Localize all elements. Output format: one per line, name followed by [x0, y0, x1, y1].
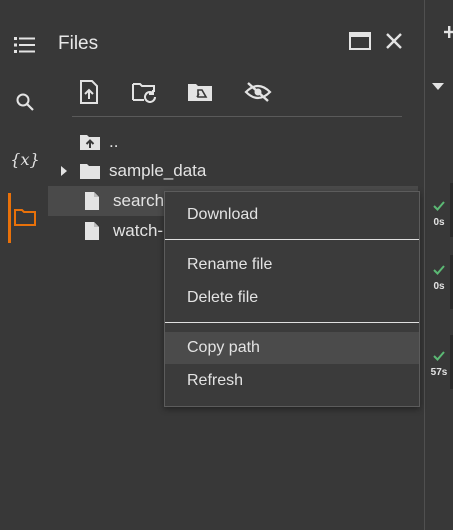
window-icon: [349, 32, 371, 50]
folder-icon: [14, 209, 36, 226]
left-rail: {x}: [0, 0, 48, 530]
execution-time: 57s: [430, 367, 448, 378]
expand-arrow[interactable]: [48, 166, 79, 176]
drive-folder-icon: [188, 84, 212, 101]
file-icon: [85, 192, 99, 210]
files-button[interactable]: [8, 200, 42, 234]
toc-button[interactable]: [8, 28, 42, 62]
file-icon: [85, 222, 99, 240]
refresh-folder-button[interactable]: [127, 76, 161, 108]
cell-status: 0s: [426, 198, 452, 228]
menu-item-label: Refresh: [187, 372, 244, 389]
check-icon: [433, 351, 445, 361]
panel-title: Files: [58, 33, 99, 54]
add-icon: [444, 26, 453, 38]
folder-icon: [80, 164, 100, 179]
search-icon: [16, 93, 34, 111]
close-panel-button[interactable]: [381, 28, 407, 54]
chevron-right-icon: [60, 166, 67, 176]
menu-item-label: Copy path: [187, 339, 260, 356]
menu-item-download[interactable]: Download: [165, 199, 419, 231]
chevron-down-icon[interactable]: [432, 83, 444, 91]
toggle-hidden-button[interactable]: [241, 76, 275, 108]
list-icon: [14, 37, 35, 53]
tree-item-parent[interactable]: ..: [48, 127, 418, 157]
menu-item-delete-file[interactable]: Delete file: [165, 282, 419, 314]
cell-status: 57s: [426, 348, 452, 378]
menu-item-copy-path[interactable]: Copy path: [165, 332, 419, 364]
menu-item-label: Delete file: [187, 289, 259, 306]
tree-item-sample-data[interactable]: sample_data: [48, 156, 418, 186]
search-button[interactable]: [8, 85, 42, 119]
eye-off-icon: [244, 82, 272, 102]
folder-refresh-icon: [132, 83, 156, 103]
execution-time: 0s: [433, 217, 445, 228]
tree-item-label: search: [113, 191, 165, 210]
variables-icon: {x}: [10, 149, 40, 169]
tree-item-label: sample_data: [109, 161, 207, 180]
execution-time: 0s: [433, 281, 445, 292]
variables-button[interactable]: {x}: [8, 142, 42, 176]
menu-item-refresh[interactable]: Refresh: [165, 365, 419, 397]
close-icon: [386, 33, 402, 49]
tree-item-label: ..: [109, 132, 119, 151]
toolbar-divider: [72, 116, 402, 117]
menu-divider: [165, 239, 419, 240]
menu-item-rename-file[interactable]: Rename file: [165, 249, 419, 281]
menu-divider: [165, 322, 419, 323]
tree-item-label: watch-: [113, 221, 164, 240]
open-in-tab-button[interactable]: [347, 28, 373, 54]
check-icon: [433, 201, 445, 211]
context-menu: Download Rename file Delete file Copy pa…: [164, 191, 420, 407]
upload-button[interactable]: [72, 76, 106, 108]
mount-drive-button[interactable]: [183, 76, 217, 108]
folder-up-icon: [80, 135, 100, 150]
menu-item-label: Rename file: [187, 256, 273, 273]
menu-item-label: Download: [187, 206, 259, 223]
check-icon: [433, 265, 445, 275]
upload-icon: [80, 80, 98, 104]
cell-status: 0s: [426, 262, 452, 292]
